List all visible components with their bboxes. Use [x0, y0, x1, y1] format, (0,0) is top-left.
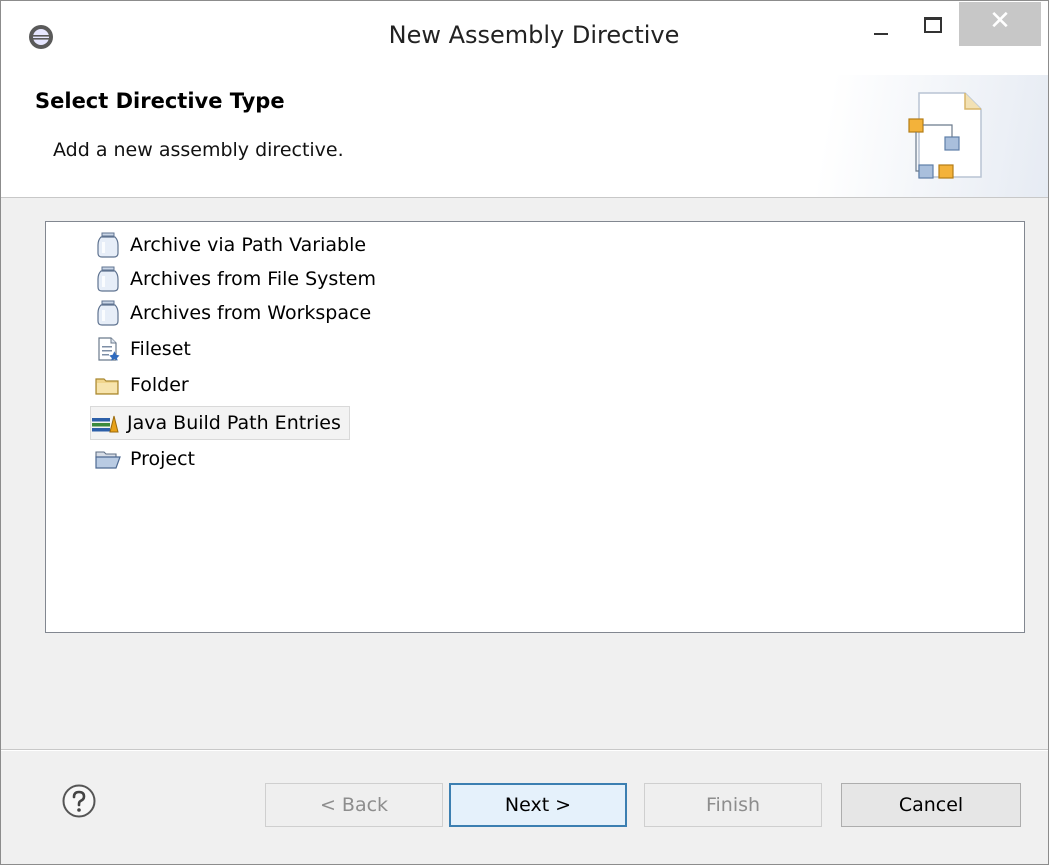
minimize-button[interactable]	[869, 15, 895, 41]
list-item-label: Java Build Path Entries	[127, 412, 341, 434]
list-item-label: Archives from Workspace	[130, 302, 372, 324]
list-item-archives-from-workspace[interactable]: Archives from Workspace	[94, 296, 379, 330]
folder-icon	[95, 378, 119, 395]
list-item-archives-from-file-system[interactable]: Archives from File System	[94, 262, 384, 296]
list-item-label: Fileset	[130, 338, 191, 360]
jar-icon	[97, 300, 119, 326]
button-bar-separator-highlight	[1, 750, 1048, 751]
wizard-banner-icon	[908, 92, 982, 179]
list-item-java-build-path-entries[interactable]: Java Build Path Entries	[90, 406, 350, 440]
help-icon[interactable]	[61, 783, 97, 819]
maximize-button[interactable]	[917, 9, 947, 39]
next-button[interactable]: Next >	[449, 783, 627, 827]
finish-button[interactable]: Finish	[644, 783, 822, 827]
page-title: Select Directive Type	[35, 89, 285, 113]
close-icon: ✕	[989, 6, 1011, 36]
list-item-folder[interactable]: Folder	[94, 368, 197, 402]
page-description: Add a new assembly directive.	[53, 139, 344, 161]
jar-icon	[97, 232, 119, 258]
back-button[interactable]: < Back	[265, 783, 443, 827]
title-bar[interactable]: New Assembly Directive ✕	[1, 1, 1048, 75]
list-item-label: Archives from File System	[130, 268, 376, 290]
jar-icon	[97, 266, 119, 292]
directive-type-list[interactable]: Archive via Path Variable Archives from …	[45, 221, 1025, 633]
list-item-label: Project	[130, 448, 196, 470]
list-item-project[interactable]: Project	[94, 442, 203, 476]
list-item-archive-via-path-variable[interactable]: Archive via Path Variable	[94, 228, 374, 262]
list-item-label: Folder	[130, 374, 189, 396]
header-banner: Select Directive Type Add a new assembly…	[1, 75, 1048, 198]
fileset-icon	[98, 337, 120, 361]
open-folder-icon	[95, 451, 121, 469]
close-button[interactable]: ✕	[959, 2, 1041, 46]
list-item-fileset[interactable]: Fileset	[94, 332, 199, 366]
dialog-window: New Assembly Directive ✕ Select Directiv…	[0, 0, 1049, 865]
cancel-button[interactable]: Cancel	[841, 783, 1021, 827]
library-icon	[92, 415, 119, 433]
list-item-label: Archive via Path Variable	[130, 234, 367, 256]
